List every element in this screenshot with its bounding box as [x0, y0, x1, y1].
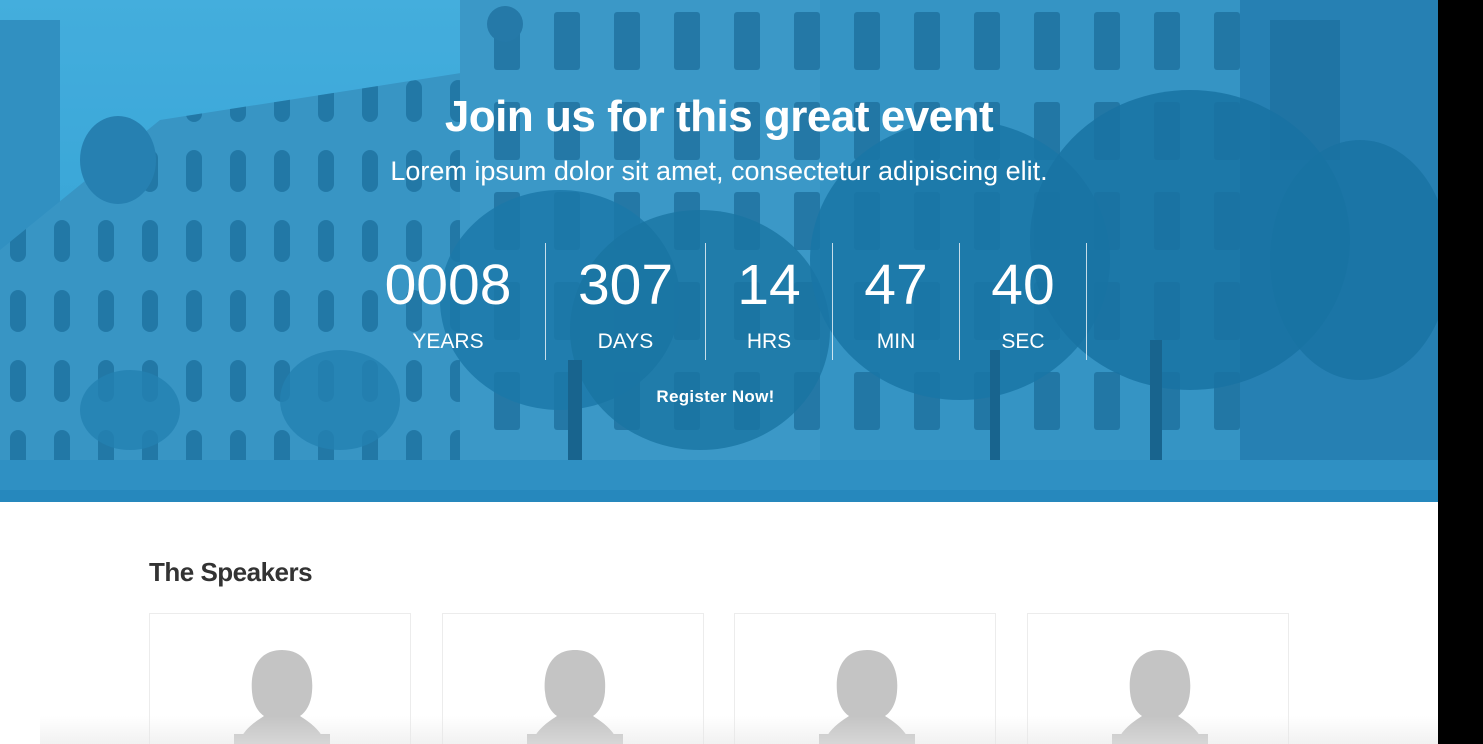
countdown-label: MIN: [876, 330, 916, 353]
countdown-label: SEC: [1001, 330, 1045, 353]
countdown-label: YEARS: [412, 330, 484, 353]
speaker-card[interactable]: [442, 613, 704, 744]
hero-subtitle: Lorem ipsum dolor sit amet, consectetur …: [390, 156, 1048, 186]
hero-section: Join us for this great event Lorem ipsum…: [0, 0, 1438, 502]
countdown-value: 40: [991, 253, 1055, 317]
countdown-label: HRS: [746, 330, 792, 353]
speakers-section-title: The Speakers: [149, 557, 313, 587]
countdown-days: 307 DAYS: [546, 243, 706, 360]
countdown-value: 47: [864, 253, 928, 317]
page: Join us for this great event Lorem ipsum…: [0, 0, 1438, 744]
countdown-value: 0008: [384, 253, 512, 317]
countdown-value: 14: [737, 253, 801, 317]
avatar-placeholder-icon: [819, 650, 915, 744]
avatar-placeholder-icon: [1112, 650, 1208, 744]
countdown-label: DAYS: [597, 330, 654, 353]
register-now-button[interactable]: Register Now!: [0, 387, 1431, 407]
avatar-placeholder-icon: [234, 650, 330, 744]
countdown-value: 307: [577, 253, 674, 317]
countdown-minutes: 47 MIN: [833, 243, 960, 360]
countdown-seconds: 40 SEC: [960, 243, 1087, 360]
speaker-card[interactable]: [149, 613, 411, 744]
countdown-years: 0008 YEARS: [351, 243, 546, 360]
avatar-placeholder-icon: [527, 650, 623, 744]
speaker-card[interactable]: [1027, 613, 1289, 744]
speaker-card[interactable]: [734, 613, 996, 744]
countdown-hours: 14 HRS: [706, 243, 833, 360]
countdown-timer: 0008 YEARS 307 DAYS 14 HRS 47 MIN 40 SEC: [351, 243, 1087, 360]
hero-title: Join us for this great event: [444, 92, 994, 141]
